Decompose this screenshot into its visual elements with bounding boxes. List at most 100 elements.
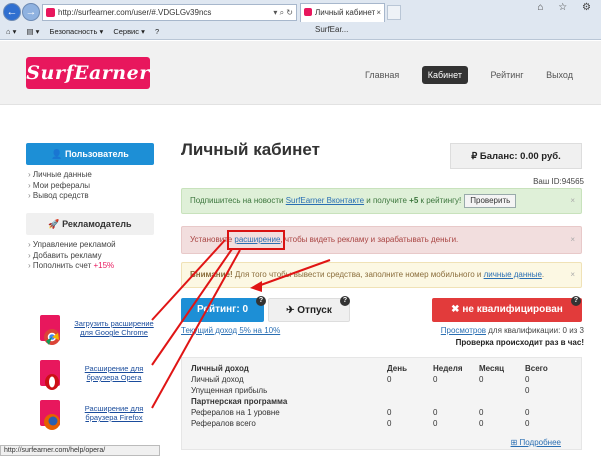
user-id: Ваш ID:94565 (533, 177, 584, 186)
sidebar-item-withdraw[interactable]: Вывод средств (28, 191, 92, 202)
address-bar[interactable]: http://surfearner.com/user/#.VDGLGv39ncs… (42, 4, 297, 21)
details-label: Подробнее (519, 438, 562, 447)
advertiser-menu-label: Рекламодатель (62, 219, 132, 229)
views-link[interactable]: Просмотров (441, 326, 486, 335)
vacation-help-icon[interactable]: ? (340, 296, 350, 306)
views-text: для квалификации: 0 из 3 (486, 326, 584, 335)
close-icon[interactable]: × (570, 227, 575, 253)
command-bar: ⌂ ▾ ▤ ▾ Безопасность ▾ Сервис ▾ ? (0, 24, 601, 39)
qualify-help-icon[interactable]: ? (571, 296, 581, 306)
main-nav: Главная Кабинет Рейтинг Выход (345, 66, 573, 84)
personal-data-link[interactable]: личные данные (484, 270, 542, 279)
chrome-extension-label[interactable]: Загрузить расширение для Google Chrome (74, 319, 154, 337)
row-cell: 0 (479, 419, 484, 428)
row-cell: 0 (433, 419, 438, 428)
rating-label: Рейтинг: 0 (196, 304, 249, 315)
current-income-link[interactable]: Текущий доход 5% на 10% (181, 326, 280, 335)
user-icon: 👤 (51, 149, 65, 159)
income-table: Личный доход День Неделя Месяц Всего Лич… (181, 357, 582, 450)
header-cell: Личный доход (191, 364, 249, 373)
sidebar-item-manage-ads[interactable]: Управление рекламой (28, 240, 116, 251)
service-menu[interactable]: Сервис ▾ (113, 27, 145, 36)
status-bar: http://surfearner.com/help/opera/ (0, 445, 160, 456)
help-icon[interactable]: ? (155, 27, 159, 36)
check-notice: Проверка происходит раз в час! (455, 338, 584, 347)
chrome-extension-link[interactable]: Загрузить расширение для Google Chrome (36, 313, 156, 349)
vacation-button[interactable]: ✈ Отпуск (268, 298, 350, 322)
browser-chrome: ← → http://surfearner.com/user/#.VDGLGv3… (0, 0, 601, 40)
close-icon[interactable]: × (570, 263, 575, 287)
address-tools-icon[interactable]: ▾ ⌕ ↻ (273, 5, 293, 20)
security-menu[interactable]: Безопасность ▾ (50, 27, 104, 36)
forward-arrow-icon[interactable]: → (22, 3, 40, 21)
page-title: Личный кабинет (181, 140, 320, 159)
header-cell: Месяц (479, 364, 505, 373)
table-header: Личный доход День Неделя Месяц Всего (191, 364, 571, 374)
header-cell: Всего (525, 364, 548, 373)
browser-tab[interactable]: Личный кабинет - SurfEar... × (300, 3, 385, 34)
opera-extension-icon (40, 360, 60, 390)
rocket-icon: 🚀 (48, 219, 63, 229)
row-cell: 0 (525, 386, 530, 395)
table-row: Личный доход 0 0 0 0 (191, 375, 571, 385)
topup-label: Пополнить счет (32, 261, 92, 270)
row-cell: 0 (525, 419, 530, 428)
row-label: Рефералов на 1 уровне (191, 408, 280, 417)
table-row: Рефералов на 1 уровне 0 0 0 0 (191, 408, 571, 418)
details-link[interactable]: ⊞ Подробнее (511, 438, 561, 447)
check-button[interactable]: Проверить (464, 194, 517, 208)
vk-alert-middle: и получите (364, 196, 410, 205)
row-cell: 0 (433, 408, 438, 417)
firefox-extension-link[interactable]: Расширение для браузера Firefox (36, 398, 156, 434)
highlight-box (227, 230, 285, 250)
table-row: Рефералов всего 0 0 0 0 (191, 419, 571, 429)
opera-extension-label[interactable]: Расширение для браузера Opera (74, 364, 154, 382)
nav-home[interactable]: Главная (365, 66, 399, 84)
topup-bonus: +15% (93, 261, 115, 270)
close-icon[interactable]: × (570, 189, 575, 213)
attention-label: Внимание! (190, 270, 233, 279)
new-tab-button[interactable] (387, 5, 401, 20)
user-menu-label: Пользователь (64, 149, 129, 159)
nav-rating[interactable]: Рейтинг (491, 66, 524, 84)
vk-subscribe-alert: Подпишитесь на новости SurfEarner Вконта… (181, 188, 582, 214)
firefox-extension-icon (40, 400, 60, 430)
user-menu-button[interactable]: 👤 Пользователь (26, 143, 154, 165)
rating-help-icon[interactable]: ? (256, 296, 266, 306)
header-cell: Неделя (433, 364, 463, 373)
chrome-extension-icon (40, 315, 60, 345)
vk-link[interactable]: SurfEarner Вконтакте (286, 196, 364, 205)
nav-cabinet[interactable]: Кабинет (421, 66, 468, 84)
qualify-label: не квалифицирован (462, 304, 563, 315)
row-cell: 0 (479, 375, 484, 384)
sidebar-item-referrals[interactable]: Мои рефералы (28, 181, 92, 192)
rating-button[interactable]: Рейтинг: 0 (181, 298, 264, 322)
row-cell: 0 (525, 408, 530, 417)
print-icon[interactable]: ▤ ▾ (26, 27, 39, 36)
sidebar-item-add-ad[interactable]: Добавить рекламу (28, 251, 116, 262)
vk-alert-text: Подпишитесь на новости (190, 196, 286, 205)
balance-box: ₽ Баланс: 0.00 руб. (450, 143, 582, 169)
table-row: Партнерская программа (191, 397, 571, 407)
table-row: Упущенная прибыль 0 (191, 386, 571, 396)
ruble-icon: ₽ (471, 151, 480, 162)
opera-extension-link[interactable]: Расширение для браузера Opera (36, 358, 156, 394)
advertiser-menu-button[interactable]: 🚀 Рекламодатель (26, 213, 154, 235)
home-icon[interactable]: ⌂ ▾ (6, 27, 16, 36)
row-cell: 0 (387, 408, 392, 417)
row-label: Личный доход (191, 375, 244, 384)
sitemap-icon: ⊞ (510, 438, 520, 447)
sidebar-item-personal-data[interactable]: Личные данные (28, 170, 92, 181)
firefox-extension-label[interactable]: Расширение для браузера Firefox (74, 404, 154, 422)
advertiser-menu-list: Управление рекламой Добавить рекламу Поп… (28, 240, 116, 272)
back-arrow-icon[interactable]: ← (3, 3, 21, 21)
nav-logout[interactable]: Выход (546, 66, 573, 84)
tab-close-icon[interactable]: × (376, 4, 381, 21)
site-logo[interactable]: SurfEarner (26, 57, 150, 89)
sidebar-item-topup[interactable]: Пополнить счет +15% (28, 261, 116, 272)
row-label: Партнерская программа (191, 397, 288, 406)
window-controls-icon[interactable]: ⌂ ☆ ⚙ (537, 2, 597, 13)
qualification-status-button[interactable]: ✖ не квалифицирован (432, 298, 582, 322)
airplane-icon: ✈ (286, 305, 298, 316)
row-cell: 0 (433, 375, 438, 384)
